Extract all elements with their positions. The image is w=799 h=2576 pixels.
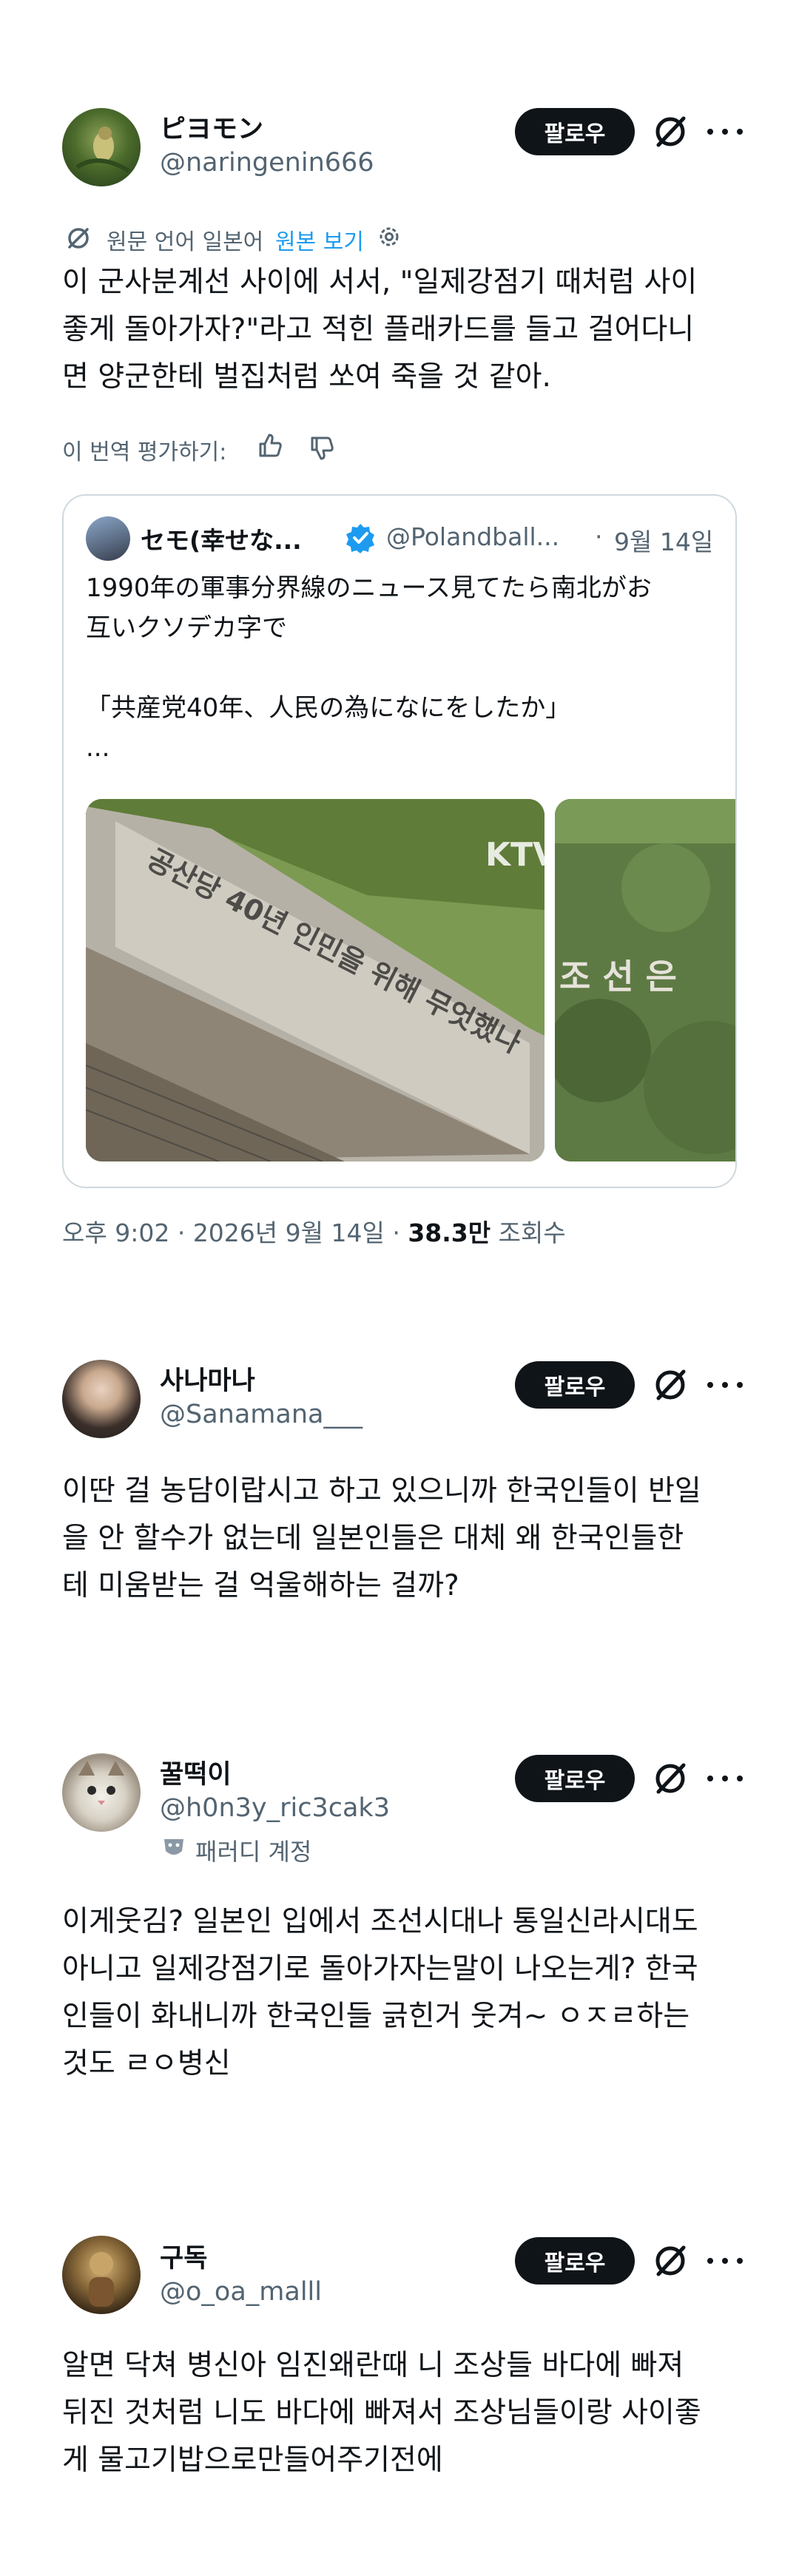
gear-icon[interactable] [376, 223, 402, 250]
reply-text: 이딴 걸 농담이랍시고 하고 있으니까 한국인들이 반일 을 안 할수가 없는데… [62, 1468, 701, 1610]
grok-icon[interactable] [650, 1364, 691, 1406]
reply-author-handle[interactable]: @h0n3y_ric3cak3 [160, 1793, 390, 1823]
reply-text-line: 을 안 할수가 없는데 일본인들은 대체 왜 한국인들한 [62, 1522, 684, 1555]
follow-button[interactable]: 팔로우 [515, 1755, 635, 1802]
reply-text: 이게웃김? 일본인 입에서 조선시대나 통일신라시대도 아니고 일제강점기로 돌… [62, 1898, 698, 2088]
view-count-label: 조회수 [498, 1218, 566, 1247]
bird-photo-icon [75, 127, 130, 173]
quote-handle[interactable]: @Polandball... [386, 522, 559, 551]
quote-text-line: 「共産党40年、人民の為になにをしたか」 [86, 693, 571, 723]
more-options-icon[interactable] [707, 124, 743, 139]
quote-text: 1990年の軍事分界線のニュース見てたら南北がお 互いクソデカ字で 「共産党40… [86, 568, 652, 768]
more-options-icon[interactable] [707, 2253, 743, 2268]
translate-icon [68, 228, 89, 249]
grok-icon[interactable] [650, 2240, 691, 2282]
view-count: 38.3만 [408, 1218, 491, 1247]
reply-author-handle[interactable]: @Sanamana___ [160, 1400, 363, 1429]
tweet-text-line: 면 양군한테 벌집처럼 쏘여 죽을 것 같아. [62, 360, 551, 394]
avatar[interactable] [62, 108, 141, 186]
photo-watermark: KTV [485, 836, 545, 874]
quote-text-line: 互いクソデカ字で [86, 613, 287, 643]
reply-author-name[interactable]: 사나마나 [160, 1360, 255, 1397]
author-name[interactable]: ピヨモン [160, 108, 263, 146]
follow-button[interactable]: 팔로우 [515, 1361, 635, 1409]
more-options-icon[interactable] [707, 1771, 743, 1786]
quote-avatar[interactable] [86, 516, 130, 561]
tweet-date[interactable]: 2026년 9월 14일 [193, 1218, 385, 1247]
separator: · [177, 1218, 193, 1247]
reply-author-name[interactable]: 구독 [160, 2237, 207, 2275]
quoted-tweet[interactable]: セモ(幸せな... @Polandball... · 9월 14일 1990年の… [62, 494, 737, 1188]
reply-text-line: 것도 ㄹㅇ병신 [62, 2047, 231, 2080]
parody-account-badge: 패러디 계정 [195, 1838, 312, 1866]
cat-photo-icon [78, 1761, 124, 1805]
reply-text-line: 이게웃김? 일본인 입에서 조선시대나 통일신라시대도 [62, 1905, 698, 1938]
tweet-text: 이 군사분계선 사이에 서서, "일제강점기 때처럼 사이 좋게 돌아가자?"라… [62, 259, 697, 401]
tweet-text-line: 이 군사분계선 사이에 서서, "일제강점기 때처럼 사이 [62, 266, 698, 299]
avatar[interactable] [62, 1753, 141, 1832]
quote-author-name[interactable]: セモ(幸せな... [141, 521, 302, 556]
avatar[interactable] [62, 1360, 141, 1438]
grok-icon[interactable] [650, 1758, 691, 1799]
quote-date[interactable]: 9월 14일 [614, 522, 713, 558]
avatar[interactable] [62, 2236, 141, 2314]
tweet-text-line: 좋게 돌아가자?"라고 적힌 플래카드를 들고 걸어다니 [62, 313, 695, 346]
reply-text-line: 테 미움받는 걸 억울해하는 걸까? [62, 1569, 459, 1602]
quote-separator: · [595, 522, 603, 551]
tweet-timestamp: 오후 9:02 · 2026년 9월 14일 · 38.3만 조회수 [62, 1213, 566, 1249]
rate-translation-label: 이 번역 평가하기: [62, 439, 227, 465]
author-handle[interactable]: @naringenin666 [160, 148, 374, 178]
photo-hillside-image: 조 선 은 [555, 799, 735, 1161]
reply-text-line: 이딴 걸 농담이랍시고 하고 있으니까 한국인들이 반일 [62, 1474, 701, 1508]
quote-text-line [86, 648, 652, 688]
thumbs-up-icon[interactable] [254, 431, 284, 460]
photo-wall-image: KTV 공산당 40년 인민을 위해 무엇했나 [86, 799, 545, 1161]
reply-text: 알면 닥쳐 병신아 임진왜란때 니 조상들 바다에 빠져 뒤진 것처럼 니도 바… [62, 2342, 701, 2484]
quote-text-line: 1990年の軍事分界線のニュース見てたら南北がお [86, 573, 652, 603]
reply-text-line: 아니고 일제강점기로 돌아가자는말이 나오는게? 한국 [62, 1952, 698, 1986]
quote-image-1[interactable]: KTV 공산당 40년 인민을 위해 무엇했나 [86, 799, 545, 1161]
reply-author-name[interactable]: 꿀떡이 [160, 1753, 232, 1791]
reply-author-handle[interactable]: @o_oa_malll [160, 2277, 322, 2307]
reply-text-line: 인들이 화내니까 한국인들 긁힌거 웃겨~ ㅇㅈㄹ하는 [62, 2000, 690, 2033]
quote-text-line: ... [86, 733, 110, 763]
tweet-time[interactable]: 오후 9:02 [62, 1218, 169, 1247]
grok-icon[interactable] [650, 111, 691, 152]
figure-photo-icon [89, 2252, 114, 2307]
follow-button[interactable]: 팔로우 [515, 2237, 635, 2285]
reply-text-line: 게 물고기밥으로만들어주기전에 [62, 2444, 443, 2477]
more-options-icon[interactable] [707, 1378, 743, 1392]
verified-badge-icon [346, 524, 374, 553]
reply-text-line: 뒤진 것처럼 니도 바다에 빠져서 조상님들이랑 사이좋 [62, 2396, 701, 2430]
follow-button[interactable]: 팔로우 [515, 108, 635, 155]
reply-text-line: 알면 닥쳐 병신아 임진왜란때 니 조상들 바다에 빠져 [62, 2349, 684, 2382]
translation-source: 원문 언어 일본어 [107, 229, 264, 255]
thumbs-down-icon[interactable] [306, 434, 336, 463]
quote-image-2[interactable]: 조 선 은 [555, 799, 735, 1161]
photo-hillside-text: 조 선 은 [559, 957, 677, 997]
separator: · [392, 1218, 408, 1247]
show-original-link[interactable]: 원본 보기 [275, 223, 364, 256]
parody-mask-icon [164, 1839, 183, 1855]
